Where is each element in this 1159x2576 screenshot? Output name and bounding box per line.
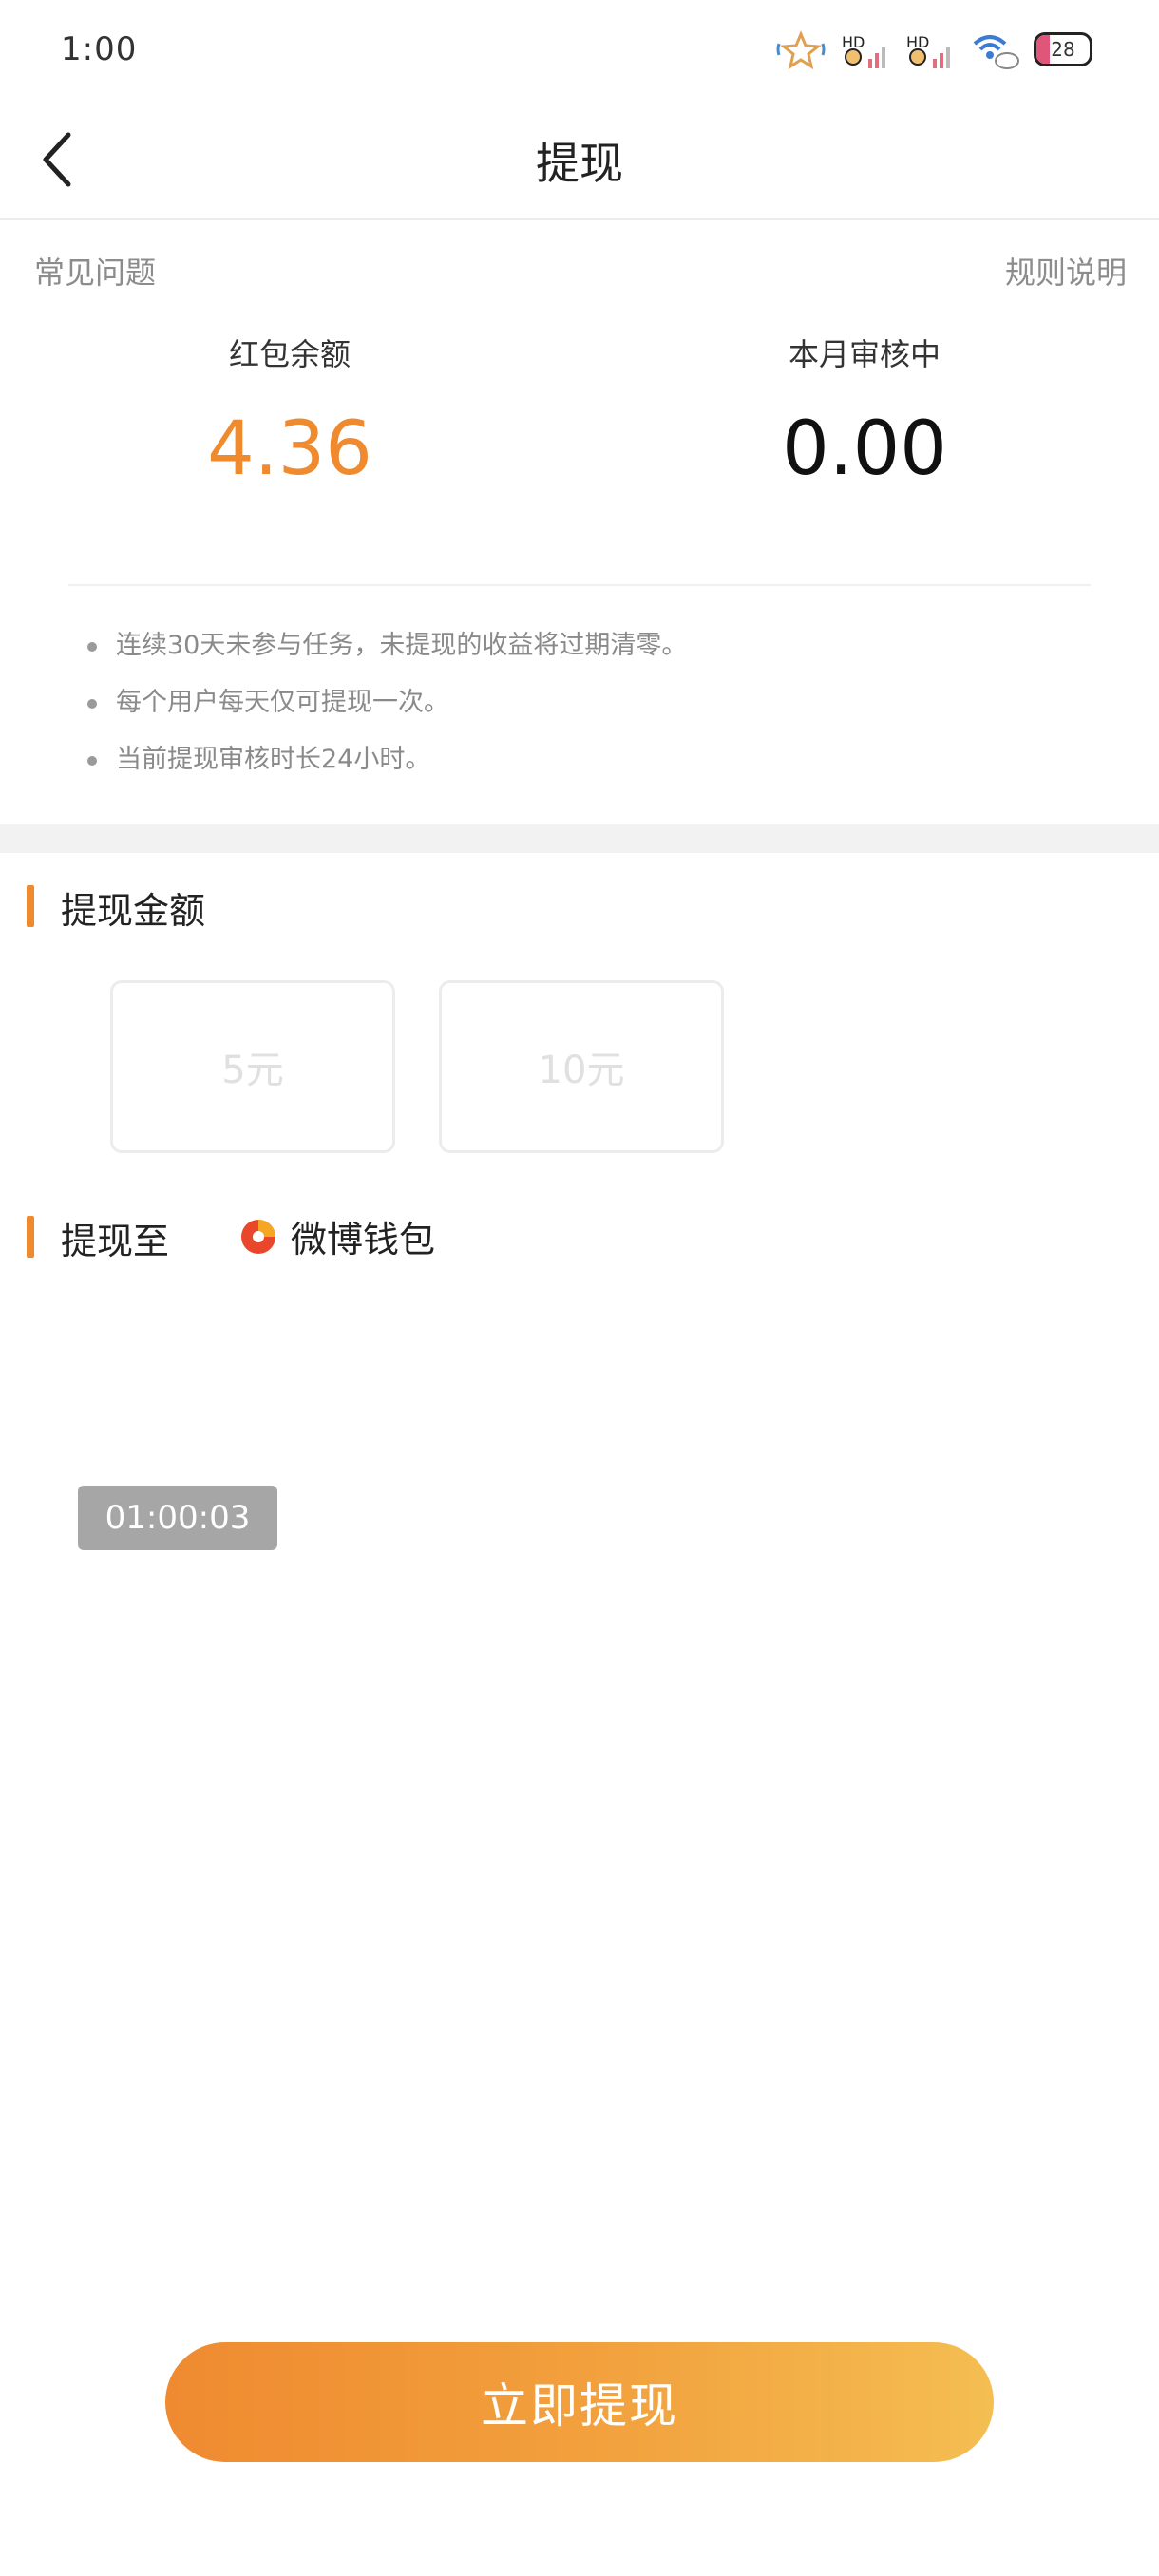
withdraw-amount-header: 提现金额 — [0, 878, 665, 932]
wallet-selector[interactable]: 微博钱包 — [239, 1210, 435, 1262]
balance-value: 4.36 — [207, 407, 372, 492]
rules-list: 连续30天未参与任务，未提现的收益将过期清零。 每个用户每天仅可提现一次。 当前… — [84, 627, 687, 798]
status-icons: HD HD 28 — [775, 27, 1092, 72]
pending-value: 0.00 — [782, 407, 947, 492]
timer-badge: 01:00:03 — [78, 1486, 277, 1550]
section-accent-bar — [27, 885, 34, 927]
signal-1-icon: HD — [840, 27, 891, 72]
rule-item: 每个用户每天仅可提现一次。 — [84, 684, 687, 741]
rule-item: 连续30天未参与任务，未提现的收益将过期清零。 — [84, 627, 687, 684]
weibo-wallet-icon — [241, 1219, 276, 1254]
withdraw-amount-title: 提现金额 — [61, 890, 206, 932]
info-divider — [68, 584, 1091, 586]
battery-level: 28 — [1051, 38, 1075, 61]
pending-label: 本月审核中 — [788, 336, 940, 372]
balance-label: 红包余额 — [228, 336, 351, 372]
signal-2-icon: HD — [904, 27, 956, 72]
battery-icon: 28 — [1034, 32, 1092, 66]
withdraw-now-button[interactable]: 立即提现 — [165, 2342, 994, 2462]
amount-option-10[interactable]: 10元 — [439, 980, 724, 1153]
alarm-icon — [775, 27, 826, 72]
withdraw-to-title: 提现至 — [61, 1221, 170, 1262]
section-accent-bar — [27, 1216, 34, 1258]
status-bar: 1:00 HD HD 28 — [0, 0, 1159, 104]
status-time: 1:00 — [61, 30, 138, 68]
section-separator — [0, 824, 1159, 853]
wallet-name: 微博钱包 — [291, 1219, 436, 1260]
page-title: 提现 — [536, 138, 623, 189]
rules-link[interactable]: 规则说明 — [1005, 249, 1127, 293]
amount-option-5[interactable]: 5元 — [110, 980, 395, 1153]
header-divider — [0, 218, 1159, 220]
rule-item: 当前提现审核时长24小时。 — [84, 741, 687, 798]
wifi-icon — [969, 27, 1020, 72]
withdraw-page: 1:00 HD HD 28 提现 常见问题 规则说明 红包余额 4.36 本月审… — [0, 0, 1159, 2576]
faq-link[interactable]: 常见问题 — [34, 249, 156, 293]
